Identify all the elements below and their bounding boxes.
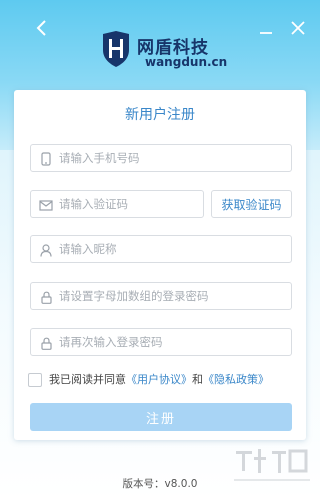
nickname-field: [30, 235, 292, 263]
phone-input[interactable]: [59, 145, 279, 171]
agree-and: 和: [192, 373, 203, 386]
minimize-button[interactable]: [254, 16, 278, 40]
register-button[interactable]: 注册: [30, 403, 292, 431]
brand-domain: wangdun.cn: [145, 55, 228, 69]
mail-icon: [39, 198, 53, 212]
back-button[interactable]: [30, 16, 54, 40]
close-icon: [291, 21, 305, 35]
confirm-password-field: [30, 328, 292, 356]
nickname-input[interactable]: [59, 236, 279, 262]
password-field: [30, 282, 292, 310]
user-icon: [39, 243, 53, 257]
agreement-row: 我已阅读并同意《用户协议》和《隐私政策》: [28, 373, 298, 387]
register-card: 新用户注册 获取验证码: [14, 90, 306, 440]
close-button[interactable]: [286, 16, 310, 40]
lock-icon: [39, 290, 53, 304]
brand-logo: 网盾科技 wangdun.cn: [100, 30, 230, 72]
code-input[interactable]: [59, 191, 199, 217]
password-input[interactable]: [59, 283, 279, 309]
minimize-icon: [260, 32, 272, 34]
chevron-left-icon: [36, 20, 46, 36]
lock-icon: [39, 336, 53, 350]
get-code-button[interactable]: 获取验证码: [211, 190, 292, 218]
shield-logo-icon: [103, 31, 129, 67]
user-agreement-link[interactable]: 《用户协议》: [126, 373, 192, 386]
agreement-text: 我已阅读并同意《用户协议》和《隐私政策》: [49, 373, 269, 386]
code-field: [30, 190, 204, 218]
form-title: 新用户注册: [125, 107, 195, 123]
watermark-logo: [234, 449, 310, 481]
phone-field: [30, 144, 292, 172]
privacy-policy-link[interactable]: 《隐私政策》: [203, 373, 269, 386]
phone-icon: [39, 152, 53, 166]
agree-prefix: 我已阅读并同意: [49, 373, 126, 386]
agreement-checkbox[interactable]: [28, 373, 42, 387]
confirm-password-input[interactable]: [59, 329, 279, 355]
